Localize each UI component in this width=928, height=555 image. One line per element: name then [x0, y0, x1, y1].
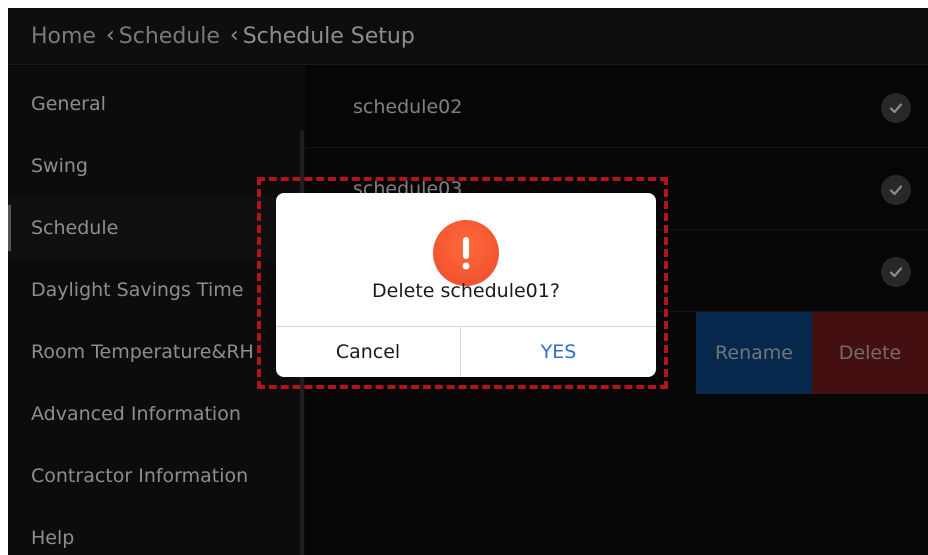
confirm-delete-dialog: Delete schedule01? Cancel YES: [276, 193, 656, 377]
cancel-button[interactable]: Cancel: [276, 327, 460, 377]
alert-exclamation-icon: [433, 220, 499, 286]
dialog-message: Delete schedule01?: [372, 280, 560, 302]
yes-button[interactable]: YES: [461, 327, 656, 377]
